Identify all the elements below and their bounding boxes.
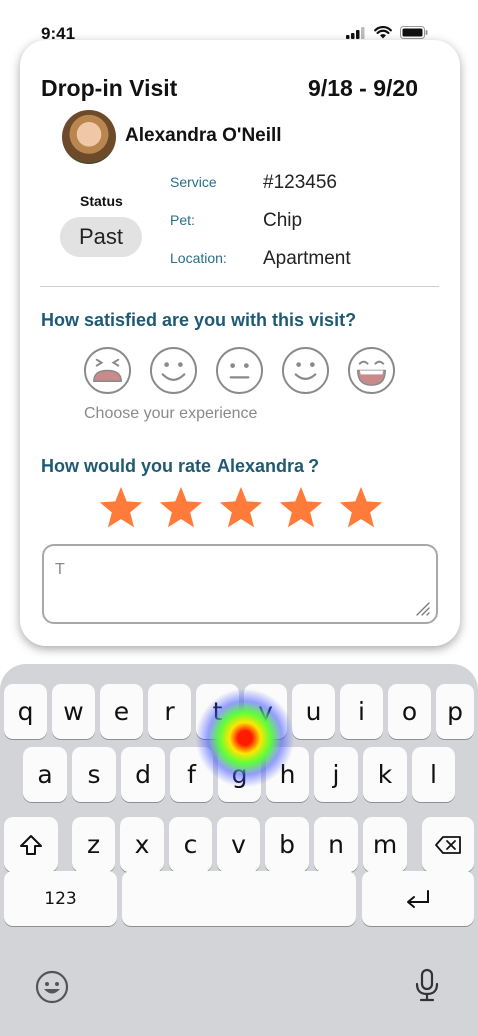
owner-name: Alexandra O'Neill [125,125,282,146]
return-key[interactable] [362,871,474,926]
key-v[interactable]: v [217,817,260,872]
star-icon[interactable] [338,485,384,531]
shift-icon [20,834,42,855]
key-a[interactable]: a [23,747,67,802]
space-key[interactable] [122,871,356,926]
numbers-key[interactable]: 123 [4,871,117,926]
key-x[interactable]: x [120,817,164,872]
divider [40,286,439,287]
comment-text: T [55,561,65,578]
return-icon [407,889,429,908]
key-d[interactable]: d [121,747,165,802]
key-u[interactable]: u [292,684,335,739]
faces-hint: Choose your experience [84,405,258,422]
comment-input[interactable]: T [42,544,438,624]
battery-icon [400,26,428,39]
rating-question-prefix: How would you rate [41,456,212,476]
star-icon[interactable] [278,485,324,531]
smile-face-icon[interactable] [281,346,330,395]
rating-question: How would you rate Alexandra? [41,456,319,477]
star-rating [98,485,384,531]
resize-grip-icon[interactable] [414,600,430,616]
neutral-face-icon[interactable] [215,346,264,395]
key-w[interactable]: w [52,684,95,739]
backspace-icon [435,835,461,854]
microphone-icon[interactable] [410,968,444,1002]
star-icon[interactable] [98,485,144,531]
satisfaction-question: How satisfied are you with this visit? [41,310,357,330]
pet-label: Pet: [170,212,195,228]
happy-face-icon[interactable] [149,346,198,395]
key-p[interactable]: p [436,684,474,739]
key-j[interactable]: j [314,747,358,802]
status-label: Status [80,193,123,209]
wifi-icon [374,26,392,39]
key-o[interactable]: o [388,684,431,739]
key-h[interactable]: h [266,747,309,802]
satisfaction-faces [83,346,396,395]
key-m[interactable]: m [363,817,407,872]
service-value: #123456 [263,172,337,193]
key-c[interactable]: c [169,817,212,872]
status-icons [346,26,428,39]
avatar [62,110,116,164]
status-badge: Past [60,217,142,257]
key-f[interactable]: f [170,747,213,802]
rating-question-suffix: ? [308,456,320,476]
key-e[interactable]: e [100,684,143,739]
key-b[interactable]: b [265,817,309,872]
emoji-icon[interactable] [35,970,69,1004]
key-s[interactable]: s [72,747,116,802]
rating-question-name: Alexandra [217,456,305,476]
location-label: Location: [170,250,227,266]
key-g[interactable]: g [218,747,261,802]
visit-title: Drop-in Visit [41,75,178,101]
backspace-key[interactable] [422,817,474,872]
star-icon[interactable] [158,485,204,531]
service-label: Service [170,174,217,190]
cellular-signal-icon [346,26,365,39]
pet-value: Chip [263,210,303,231]
key-z[interactable]: z [72,817,115,872]
very-unhappy-face-icon[interactable] [83,346,132,395]
key-n[interactable]: n [314,817,358,872]
key-r[interactable]: r [148,684,191,739]
key-k[interactable]: k [363,747,407,802]
shift-key[interactable] [4,817,58,872]
key-y[interactable]: y [244,684,287,739]
key-t[interactable]: t [196,684,239,739]
star-icon[interactable] [218,485,264,531]
key-q[interactable]: q [4,684,47,739]
key-i[interactable]: i [340,684,383,739]
location-value: Apartment [263,248,351,269]
visit-dates: 9/18 - 9/20 [308,75,418,101]
key-l[interactable]: l [412,747,455,802]
very-happy-face-icon[interactable] [347,346,396,395]
